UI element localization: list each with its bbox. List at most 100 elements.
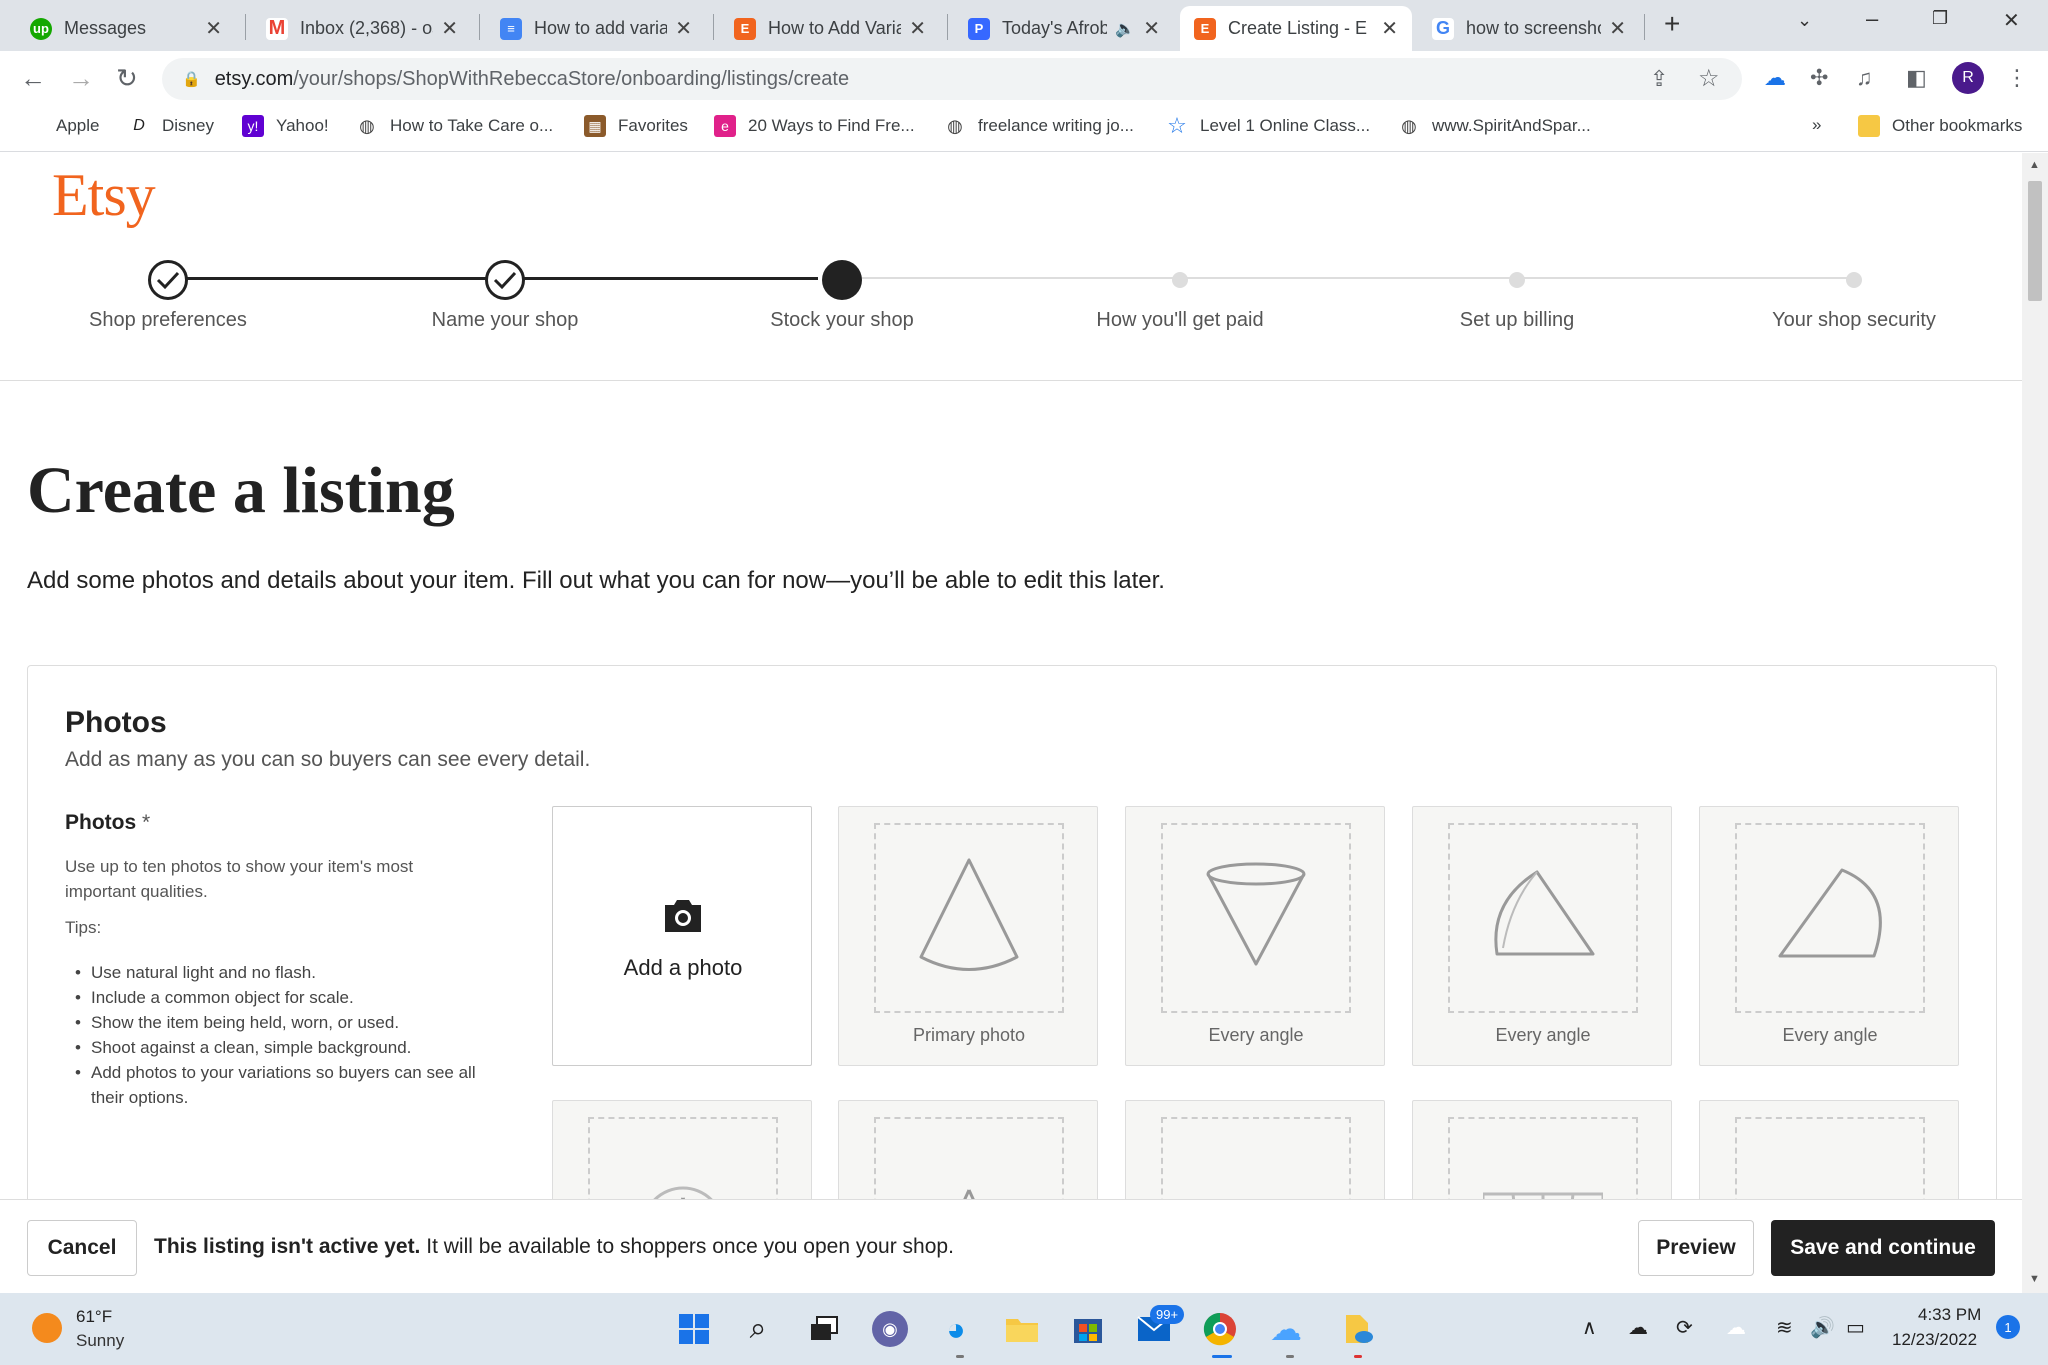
chrome-menu-icon[interactable]: ⋮ [2006,65,2028,91]
side-panel-icon[interactable]: ◧ [1906,65,1927,91]
cloud-extension-icon[interactable]: ☁ [1764,65,1786,91]
tab-close-icon[interactable]: ✕ [1143,16,1160,41]
file-explorer-cloud-icon[interactable] [1340,1311,1376,1347]
search-icon[interactable]: ⌕ [740,1311,776,1347]
extensions-puzzle-icon[interactable]: ✣ [1810,65,1828,91]
photo-slot-angle[interactable]: Every angle [1699,806,1959,1066]
photo-slot-primary[interactable]: Primary photo [838,806,1098,1066]
tab-etsy-help[interactable]: E How to Add Varia ✕ [720,6,940,51]
listing-action-bar: Cancel This listing isn't active yet. It… [0,1199,2022,1293]
forward-icon[interactable]: → [68,63,94,94]
edge-icon[interactable]: ◕ [938,1311,974,1347]
preview-button[interactable]: Preview [1638,1220,1754,1276]
file-explorer-icon[interactable] [1004,1311,1040,1347]
bookmark-spirit[interactable]: ◍ www.SpiritAndSpar... [1398,115,1591,137]
notification-badge[interactable]: 1 [1996,1315,2020,1339]
bookmark-yahoo[interactable]: y! Yahoo! [242,115,329,137]
scroll-thumb[interactable] [2028,181,2042,301]
scroll-down-icon[interactable]: ▼ [2029,1273,2040,1285]
new-tab-icon[interactable]: + [1664,8,1680,40]
task-view-icon[interactable] [806,1311,842,1347]
restore-icon[interactable]: ❐ [1932,8,1948,29]
wifi-icon[interactable]: ≋ [1776,1315,1793,1340]
profile-avatar[interactable]: R [1952,62,1984,94]
minimize-icon[interactable]: – [1866,6,1878,32]
window-close-icon[interactable]: ✕ [2003,8,2020,33]
tab-close-icon[interactable]: ✕ [675,16,692,41]
clock-date[interactable]: 12/23/2022 [1892,1330,1977,1350]
progress-line-remaining [842,277,1854,279]
cone-inverted-icon [1206,862,1306,966]
onedrive-icon[interactable]: ☁ [1268,1311,1304,1347]
bookmark-level-1[interactable]: ☆ Level 1 Online Class... [1166,113,1370,138]
bookmarks-overflow[interactable]: » [1812,115,1821,135]
tab-close-icon[interactable]: ✕ [1381,16,1398,41]
bookmark-favorites[interactable]: ▦ Favorites [584,115,688,137]
bookmarks-bar: Apple D Disney y! Yahoo! ◍ How to Take C… [0,107,2048,152]
weather-temperature[interactable]: 61°F [76,1307,112,1327]
teams-chat-icon[interactable]: ◉ [872,1311,908,1347]
page-scrollbar[interactable]: ▲ ▼ [2022,153,2048,1293]
tab-close-icon[interactable]: ✕ [205,16,222,41]
step-label-get-paid: How you'll get paid [1096,309,1264,331]
other-bookmarks[interactable]: Other bookmarks [1858,115,2022,137]
cancel-button[interactable]: Cancel [27,1220,137,1276]
bookmark-apple[interactable]: Apple [22,115,99,137]
share-icon[interactable]: ⇪ [1650,66,1668,92]
bookmark-disney[interactable]: D Disney [128,115,214,137]
reload-icon[interactable]: ↻ [116,63,138,94]
bookmark-20-ways[interactable]: e 20 Ways to Find Fre... [714,115,915,137]
bookmark-take-care[interactable]: ◍ How to Take Care o... [356,115,553,137]
battery-icon[interactable]: ▭ [1846,1315,1865,1340]
scroll-up-icon[interactable]: ▲ [2029,159,2040,171]
back-icon[interactable]: ← [20,63,46,94]
photo-slot-angle[interactable]: Every angle [1412,806,1672,1066]
tab-pandora[interactable]: P Today's Afrob 🔈 ✕ [954,6,1174,51]
slot-caption: Every angle [1782,1025,1878,1045]
step-label-shop-preferences: Shop preferences [89,309,247,331]
step-label-billing: Set up billing [1459,309,1575,331]
cone-upright-icon [919,858,1019,971]
bookmark-freelance[interactable]: ◍ freelance writing jo... [944,115,1134,137]
etsy-logo[interactable]: Etsy [52,161,156,230]
windows-start-icon[interactable] [676,1311,712,1347]
photos-help-text: Use up to ten photos to show your item's… [65,857,414,901]
tab-google-docs[interactable]: ≡ How to add varia ✕ [486,6,706,51]
google-icon: G [1432,17,1454,40]
onedrive-tray-icon[interactable]: ☁ [1628,1315,1648,1340]
url-bar[interactable]: 🔒 etsy.com/your/shops/ShopWithRebeccaSto… [162,58,1742,100]
cone-tilted-icon [1494,870,1595,956]
media-queue-icon[interactable]: ♫ [1856,65,1873,91]
e-icon: e [714,115,736,137]
sync-icon[interactable]: ⟳ [1676,1315,1693,1340]
sun-icon[interactable] [32,1313,62,1343]
weather-condition[interactable]: Sunny [76,1331,124,1351]
required-asterisk: * [142,811,151,834]
step-shop-preferences-check-icon [148,260,188,300]
speaker-icon[interactable]: 🔈 [1115,19,1135,39]
save-and-continue-button[interactable]: Save and continue [1771,1220,1995,1276]
volume-icon[interactable]: 🔊 [1810,1315,1835,1340]
url-path: /your/shops/ShopWithRebeccaStore/onboard… [293,67,850,90]
photo-slot-angle[interactable]: Every angle [1125,806,1385,1066]
tab-close-icon[interactable]: ✕ [441,16,458,41]
cloud-tray-icon[interactable]: ☁ [1726,1315,1746,1340]
tab-close-icon[interactable]: ✕ [1609,16,1626,41]
clock-time[interactable]: 4:33 PM [1918,1305,1981,1325]
slot-caption: Every angle [1495,1025,1591,1045]
tab-messages[interactable]: up Messages ✕ [16,6,236,51]
microsoft-store-icon[interactable] [1070,1311,1106,1347]
chrome-icon[interactable] [1202,1311,1238,1347]
bookmark-star-icon[interactable]: ☆ [1698,64,1720,93]
add-photo-button[interactable]: Add a photo [552,806,812,1066]
tray-overflow-chevron-icon[interactable]: ∧ [1582,1315,1597,1340]
tab-google-search[interactable]: G how to screensho ✕ [1418,6,1640,51]
favorites-icon: ▦ [584,115,606,137]
tab-search-chevron-icon[interactable]: ⌄ [1797,10,1812,31]
tips-label: Tips: [65,918,102,937]
tab-gmail[interactable]: M Inbox (2,368) - os ✕ [252,6,472,51]
upwork-icon: up [30,17,52,40]
tab-create-listing[interactable]: E Create Listing - E ✕ [1180,6,1412,51]
tips-list: Use natural light and no flash. Include … [65,960,505,1110]
tab-close-icon[interactable]: ✕ [909,16,926,41]
